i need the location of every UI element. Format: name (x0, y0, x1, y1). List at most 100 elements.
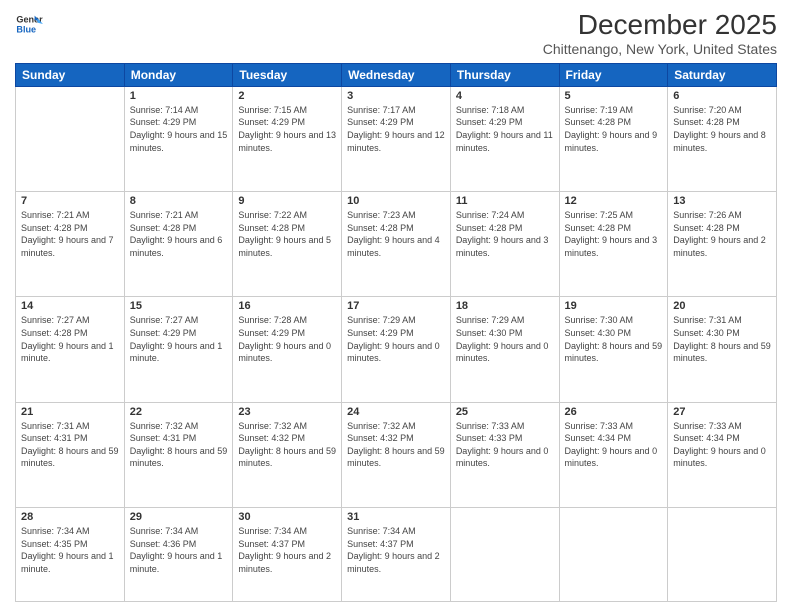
cell-info: Sunrise: 7:31 AMSunset: 4:30 PMDaylight:… (673, 314, 771, 364)
day-number: 5 (565, 90, 663, 102)
cell-info: Sunrise: 7:23 AMSunset: 4:28 PMDaylight:… (347, 209, 445, 259)
weekday-header: Friday (559, 63, 668, 86)
cell-info: Sunrise: 7:29 AMSunset: 4:30 PMDaylight:… (456, 314, 554, 364)
day-number: 26 (565, 406, 663, 418)
day-number: 2 (238, 90, 336, 102)
cell-info: Sunrise: 7:30 AMSunset: 4:30 PMDaylight:… (565, 314, 663, 364)
calendar-cell: 1 Sunrise: 7:14 AMSunset: 4:29 PMDaylight… (124, 86, 233, 191)
weekday-header: Saturday (668, 63, 777, 86)
day-number: 18 (456, 300, 554, 312)
calendar-cell: 27 Sunrise: 7:33 AMSunset: 4:34 PMDayligh… (668, 402, 777, 507)
day-number: 29 (130, 511, 228, 523)
calendar-cell: 24 Sunrise: 7:32 AMSunset: 4:32 PMDayligh… (342, 402, 451, 507)
calendar-cell: 20 Sunrise: 7:31 AMSunset: 4:30 PMDayligh… (668, 297, 777, 402)
day-number: 3 (347, 90, 445, 102)
cell-info: Sunrise: 7:34 AMSunset: 4:36 PMDaylight:… (130, 525, 228, 575)
logo-icon: General Blue (15, 10, 43, 38)
calendar-cell: 16Sunrise: 7:28 AMSunset: 4:29 PMDayligh… (233, 297, 342, 402)
calendar-cell: 11 Sunrise: 7:24 AMSunset: 4:28 PMDayligh… (450, 192, 559, 297)
cell-info: Sunrise: 7:33 AMSunset: 4:33 PMDaylight:… (456, 420, 554, 470)
day-number: 8 (130, 195, 228, 207)
calendar-cell: 21 Sunrise: 7:31 AMSunset: 4:31 PMDayligh… (16, 402, 125, 507)
calendar-cell: 18 Sunrise: 7:29 AMSunset: 4:30 PMDayligh… (450, 297, 559, 402)
calendar-table: SundayMondayTuesdayWednesdayThursdayFrid… (15, 63, 777, 602)
calendar-cell: 3Sunrise: 7:17 AMSunset: 4:29 PMDaylight… (342, 86, 451, 191)
cell-info: Sunrise: 7:29 AMSunset: 4:29 PMDaylight:… (347, 314, 445, 364)
day-number: 22 (130, 406, 228, 418)
day-number: 20 (673, 300, 771, 312)
calendar-cell: 12Sunrise: 7:25 AMSunset: 4:28 PMDayligh… (559, 192, 668, 297)
calendar-cell: 8 Sunrise: 7:21 AMSunset: 4:28 PMDaylight… (124, 192, 233, 297)
day-number: 27 (673, 406, 771, 418)
cell-info: Sunrise: 7:27 AMSunset: 4:28 PMDaylight:… (21, 314, 119, 364)
calendar-cell (668, 507, 777, 601)
weekday-header: Monday (124, 63, 233, 86)
calendar-week-row: 28 Sunrise: 7:34 AMSunset: 4:35 PMDayligh… (16, 507, 777, 601)
calendar-cell (559, 507, 668, 601)
day-number: 30 (238, 511, 336, 523)
calendar-cell: 13 Sunrise: 7:26 AMSunset: 4:28 PMDayligh… (668, 192, 777, 297)
main-title: December 2025 (543, 10, 777, 41)
cell-info: Sunrise: 7:32 AMSunset: 4:31 PMDaylight:… (130, 420, 228, 470)
cell-info: Sunrise: 7:26 AMSunset: 4:28 PMDaylight:… (673, 209, 771, 259)
calendar-cell: 17 Sunrise: 7:29 AMSunset: 4:29 PMDayligh… (342, 297, 451, 402)
calendar-cell: 4 Sunrise: 7:18 AMSunset: 4:29 PMDaylight… (450, 86, 559, 191)
day-number: 31 (347, 511, 445, 523)
calendar-cell: 15Sunrise: 7:27 AMSunset: 4:29 PMDayligh… (124, 297, 233, 402)
calendar-cell: 6Sunrise: 7:20 AMSunset: 4:28 PMDaylight… (668, 86, 777, 191)
cell-info: Sunrise: 7:24 AMSunset: 4:28 PMDaylight:… (456, 209, 554, 259)
calendar-cell: 25 Sunrise: 7:33 AMSunset: 4:33 PMDayligh… (450, 402, 559, 507)
day-number: 11 (456, 195, 554, 207)
svg-text:Blue: Blue (16, 24, 36, 34)
day-number: 16 (238, 300, 336, 312)
cell-info: Sunrise: 7:20 AMSunset: 4:28 PMDaylight:… (673, 104, 771, 154)
day-number: 19 (565, 300, 663, 312)
calendar-cell: 19 Sunrise: 7:30 AMSunset: 4:30 PMDayligh… (559, 297, 668, 402)
cell-info: Sunrise: 7:32 AMSunset: 4:32 PMDaylight:… (238, 420, 336, 470)
calendar-cell: 9 Sunrise: 7:22 AMSunset: 4:28 PMDaylight… (233, 192, 342, 297)
day-number: 28 (21, 511, 119, 523)
cell-info: Sunrise: 7:18 AMSunset: 4:29 PMDaylight:… (456, 104, 554, 154)
calendar-week-row: 14 Sunrise: 7:27 AMSunset: 4:28 PMDayligh… (16, 297, 777, 402)
day-number: 9 (238, 195, 336, 207)
cell-info: Sunrise: 7:34 AMSunset: 4:37 PMDaylight:… (347, 525, 445, 575)
weekday-header: Wednesday (342, 63, 451, 86)
calendar-cell: 29 Sunrise: 7:34 AMSunset: 4:36 PMDayligh… (124, 507, 233, 601)
day-number: 24 (347, 406, 445, 418)
calendar-cell: 2Sunrise: 7:15 AMSunset: 4:29 PMDaylight… (233, 86, 342, 191)
calendar-cell: 14 Sunrise: 7:27 AMSunset: 4:28 PMDayligh… (16, 297, 125, 402)
page: General Blue December 2025 Chittenango, … (0, 0, 792, 612)
cell-info: Sunrise: 7:21 AMSunset: 4:28 PMDaylight:… (21, 209, 119, 259)
subtitle: Chittenango, New York, United States (543, 41, 777, 57)
calendar-cell: 22 Sunrise: 7:32 AMSunset: 4:31 PMDayligh… (124, 402, 233, 507)
cell-info: Sunrise: 7:21 AMSunset: 4:28 PMDaylight:… (130, 209, 228, 259)
cell-info: Sunrise: 7:25 AMSunset: 4:28 PMDaylight:… (565, 209, 663, 259)
cell-info: Sunrise: 7:34 AMSunset: 4:35 PMDaylight:… (21, 525, 119, 575)
title-block: December 2025 Chittenango, New York, Uni… (543, 10, 777, 57)
cell-info: Sunrise: 7:14 AMSunset: 4:29 PMDaylight:… (130, 104, 228, 154)
day-number: 25 (456, 406, 554, 418)
day-number: 13 (673, 195, 771, 207)
calendar-cell (450, 507, 559, 601)
cell-info: Sunrise: 7:31 AMSunset: 4:31 PMDaylight:… (21, 420, 119, 470)
weekday-header-row: SundayMondayTuesdayWednesdayThursdayFrid… (16, 63, 777, 86)
calendar-cell: 28 Sunrise: 7:34 AMSunset: 4:35 PMDayligh… (16, 507, 125, 601)
header: General Blue December 2025 Chittenango, … (15, 10, 777, 57)
calendar-cell (16, 86, 125, 191)
day-number: 10 (347, 195, 445, 207)
day-number: 14 (21, 300, 119, 312)
weekday-header: Sunday (16, 63, 125, 86)
day-number: 1 (130, 90, 228, 102)
day-number: 4 (456, 90, 554, 102)
calendar-week-row: 1 Sunrise: 7:14 AMSunset: 4:29 PMDaylight… (16, 86, 777, 191)
cell-info: Sunrise: 7:33 AMSunset: 4:34 PMDaylight:… (565, 420, 663, 470)
day-number: 15 (130, 300, 228, 312)
calendar-cell: 23Sunrise: 7:32 AMSunset: 4:32 PMDayligh… (233, 402, 342, 507)
cell-info: Sunrise: 7:22 AMSunset: 4:28 PMDaylight:… (238, 209, 336, 259)
cell-info: Sunrise: 7:33 AMSunset: 4:34 PMDaylight:… (673, 420, 771, 470)
day-number: 21 (21, 406, 119, 418)
day-number: 7 (21, 195, 119, 207)
cell-info: Sunrise: 7:32 AMSunset: 4:32 PMDaylight:… (347, 420, 445, 470)
logo: General Blue (15, 10, 43, 38)
day-number: 17 (347, 300, 445, 312)
